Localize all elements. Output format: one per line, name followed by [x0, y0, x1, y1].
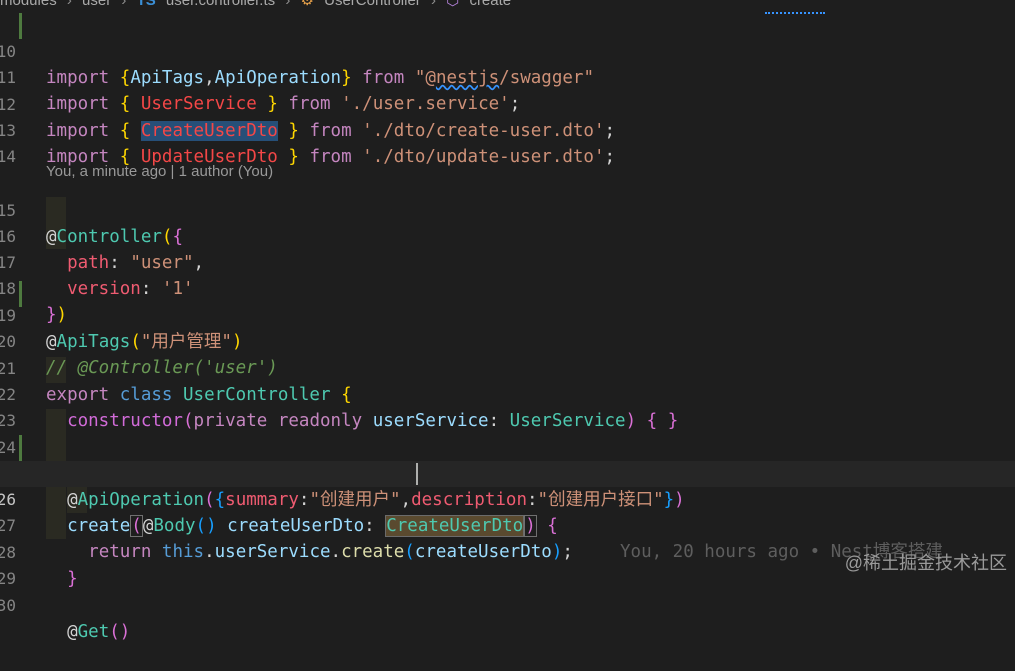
breadcrumb: modules › user › TS user.controller.ts ›… [0, 0, 1015, 10]
breadcrumb-item-method[interactable]: create [469, 0, 511, 9]
breadcrumb-item-user[interactable]: user [82, 0, 111, 9]
code-line[interactable]: 18 }) [0, 250, 1015, 325]
code-line[interactable]: 16 path: "user", [0, 198, 1015, 273]
line-number: 14 [0, 147, 16, 166]
code-line[interactable]: 14 [0, 118, 1015, 166]
watermark: @稀土掘金技术社区 [844, 553, 1007, 573]
method-icon: ⬡ [446, 0, 460, 9]
code-line[interactable]: 24 @Post() [0, 409, 1015, 484]
chevron-right-icon: › [430, 0, 436, 9]
code-line[interactable]: 22 constructor(private readonly userServ… [0, 356, 1015, 431]
code-line[interactable]: 13 import { UpdateUserDto } from './dto/… [0, 92, 1015, 167]
breadcrumb-item-file[interactable]: user.controller.ts [166, 0, 275, 9]
code-line[interactable]: 11 import { UserService } from './user.s… [0, 39, 1015, 114]
code-line[interactable]: 12 import { CreateUserDto } from './dto/… [0, 66, 1015, 141]
code-line[interactable]: 15 @Controller({ [0, 172, 1015, 247]
code-line[interactable]: 25 @ApiOperation({summary:"创建用户",descrip… [0, 435, 1015, 510]
code-editor[interactable]: 10 import {ApiTags,ApiOperation} from "@… [0, 13, 1015, 642]
line-number: 30 [0, 596, 16, 615]
code-line[interactable]: 20 // @Controller('user') [0, 303, 1015, 378]
code-line[interactable]: 21 export class UserController { [0, 330, 1015, 405]
code-line[interactable]: 28 } [0, 514, 1015, 589]
code-line[interactable]: 17 version: '1' [0, 224, 1015, 299]
chevron-right-icon: › [66, 0, 72, 9]
breadcrumb-item-modules[interactable]: modules [0, 0, 57, 9]
class-icon: ⚙ [300, 0, 314, 9]
code-line[interactable]: 10 import {ApiTags,ApiOperation} from "@… [0, 13, 1015, 88]
code-line[interactable]: 23 [0, 382, 1015, 430]
breadcrumb-item-class[interactable]: UserController [324, 0, 421, 9]
chevron-right-icon: › [121, 0, 127, 9]
code-line[interactable]: 27 return this.userService.create(create… [0, 487, 1015, 562]
chevron-right-icon: › [285, 0, 291, 9]
code-line[interactable]: 19 @ApiTags("用户管理") [0, 277, 1015, 352]
text-cursor [416, 463, 418, 485]
code-line-active[interactable]: 26 create(@Body() createUserDto: CreateU… [0, 461, 1015, 562]
typescript-file-icon: TS [136, 0, 156, 9]
